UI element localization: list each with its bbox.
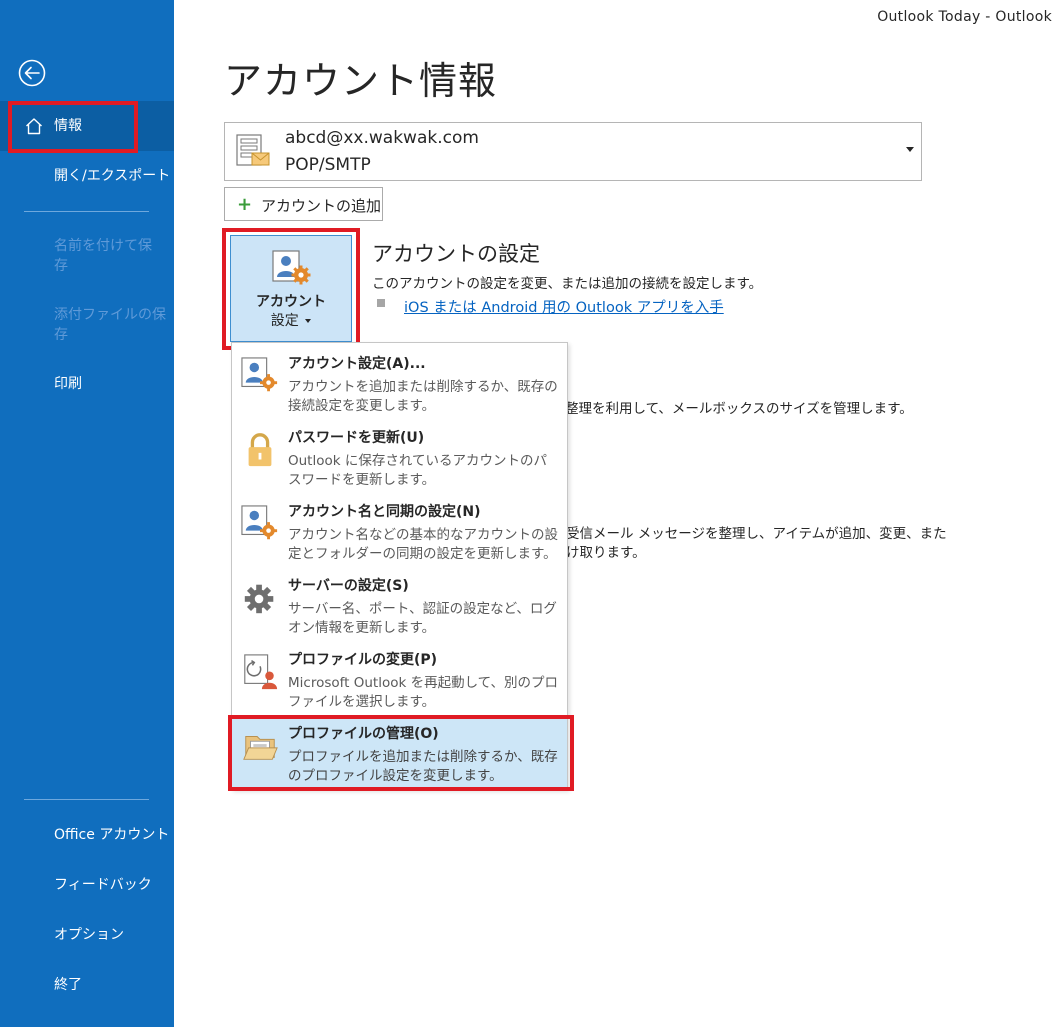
rules-alerts-text-2: け取ります。 (566, 545, 646, 561)
menu-item-description: サーバー名、ポート、認証の設定など、ログオン情報を更新します。 (288, 601, 557, 636)
section-title: アカウントの設定 (372, 242, 540, 266)
window-title: Outlook Today - Outlook (877, 9, 1052, 25)
menu-item-description: アカウントを追加または削除するか、既存の接続設定を変更します。 (288, 379, 558, 414)
nav-save-attachments: 添付ファイルの保 存 (0, 305, 174, 345)
nav-print-label: 印刷 (54, 376, 82, 392)
nav-open-export-label: 開く/エクスポート (54, 168, 171, 184)
back-arrow-icon[interactable] (18, 59, 46, 87)
annotation-box-account-settings (222, 228, 360, 350)
plus-icon: + (237, 194, 253, 215)
menu-item-description: Microsoft Outlook を再起動して、別のプロファイルを選択します。 (288, 675, 559, 710)
menu-item-change-profile[interactable]: プロファイルの変更(P) Microsoft Outlook を再起動して、別の… (232, 642, 567, 716)
rules-alerts-text-1: 受信メール メッセージを整理し、アイテムが追加、変更、また (566, 526, 947, 542)
menu-item-description: アカウント名などの基本的なアカウントの設定とフォルダーの同期の設定を更新します。 (288, 527, 558, 562)
menu-item-account-settings[interactable]: アカウント設定(A)... アカウントを追加または削除するか、既存の接続設定を変… (232, 346, 567, 420)
menu-item-title: サーバーの設定(S) (288, 578, 409, 594)
nav-exit-label: 終了 (54, 977, 82, 993)
mailbox-cleanup-text: 整理を利用して、メールボックスのサイズを管理します。 (565, 401, 913, 417)
change-profile-icon (244, 654, 278, 690)
annotation-box-info (8, 101, 138, 153)
menu-item-server-settings[interactable]: サーバーの設定(S) サーバー名、ポート、認証の設定など、ログオン情報を更新しま… (232, 568, 567, 642)
sidebar-divider (24, 211, 149, 212)
annotation-box-manage-profiles (228, 715, 574, 791)
bullet-icon (377, 299, 385, 307)
nav-options-label: オプション (54, 927, 124, 943)
section-description: このアカウントの設定を変更、または追加の接続を設定します。 (372, 276, 763, 292)
menu-item-description: Outlook に保存されているアカウントのパスワードを更新します。 (288, 453, 547, 488)
nav-exit[interactable]: 終了 (0, 975, 174, 997)
menu-item-title: プロファイルの変更(P) (288, 652, 438, 668)
nav-save-as-line2: 存 (54, 258, 68, 274)
backstage-sidebar: 情報 開く/エクスポート 名前を付けて保 存 添付ファイルの保 存 印刷 Off… (0, 0, 174, 1027)
account-sync-icon (241, 505, 278, 540)
menu-item-update-password[interactable]: パスワードを更新(U) Outlook に保存されているアカウントのパスワードを… (232, 420, 567, 494)
account-selector[interactable]: abcd@xx.wakwak.com POP/SMTP (224, 122, 922, 181)
nav-save-as-line1: 名前を付けて保 (54, 238, 152, 254)
nav-options[interactable]: オプション (0, 925, 174, 947)
account-settings-icon (241, 357, 278, 392)
gear-icon (244, 584, 274, 614)
menu-item-account-name-sync[interactable]: アカウント名と同期の設定(N) アカウント名などの基本的なアカウントの設定とフォ… (232, 494, 567, 568)
nav-feedback-label: フィードバック (54, 877, 152, 893)
add-account-button[interactable]: + アカウントの追加 (224, 187, 383, 221)
nav-save-attachments-line1: 添付ファイルの保 (54, 307, 166, 323)
nav-print[interactable]: 印刷 (0, 374, 174, 396)
nav-save-attachments-line2: 存 (54, 327, 68, 343)
account-type: POP/SMTP (285, 155, 371, 175)
nav-office-account[interactable]: Office アカウント (0, 825, 174, 847)
page-title: アカウント情報 (224, 59, 498, 103)
add-account-label: アカウントの追加 (261, 197, 382, 215)
menu-item-title: アカウント名と同期の設定(N) (288, 504, 481, 520)
menu-item-title: アカウント設定(A)... (288, 356, 426, 372)
menu-item-title: パスワードを更新(U) (288, 430, 425, 446)
mail-account-icon (236, 134, 270, 166)
lock-icon (248, 433, 272, 467)
nav-open-export[interactable]: 開く/エクスポート (0, 166, 174, 188)
account-email: abcd@xx.wakwak.com (285, 128, 479, 148)
chevron-down-icon[interactable] (906, 147, 914, 152)
nav-office-account-label: Office アカウント (54, 827, 170, 843)
mobile-app-link[interactable]: iOS または Android 用の Outlook アプリを入手 (404, 296, 724, 317)
nav-feedback[interactable]: フィードバック (0, 875, 174, 897)
nav-save-as: 名前を付けて保 存 (0, 236, 174, 276)
sidebar-divider (24, 799, 149, 800)
